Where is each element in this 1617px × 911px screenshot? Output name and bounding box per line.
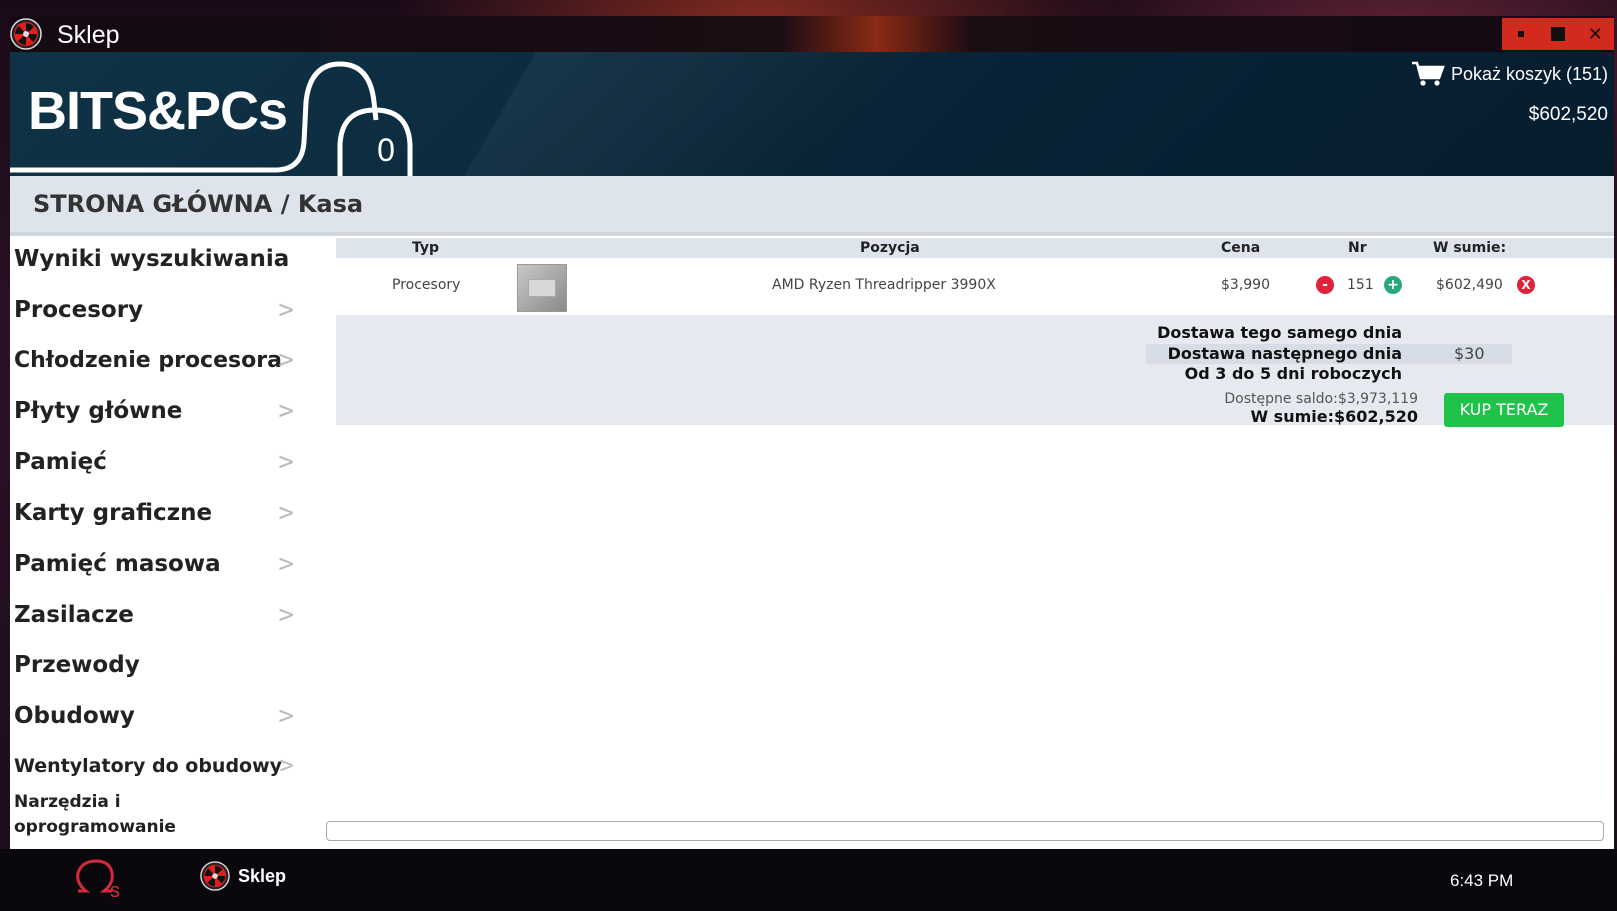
sidebar-item-graphics-cards[interactable]: Karty graficzne >: [14, 498, 304, 528]
header-decoration: [432, 52, 908, 192]
cart-icon: [1411, 61, 1445, 86]
sidebar-item-search-results[interactable]: Wyniki wyszukiwania: [14, 246, 304, 272]
sidebar-item-cpu-cooling[interactable]: Chłodzenie procesora >: [14, 345, 304, 375]
taskbar-app-label: Sklep: [238, 865, 287, 886]
buy-now-button[interactable]: KUP TERAZ: [1444, 393, 1564, 427]
chevron-right-icon: >: [278, 396, 294, 426]
close-icon: ✕: [1587, 23, 1603, 45]
taskbar: s Sklep 6:43 PM: [0, 849, 1617, 911]
breadcrumb[interactable]: STRONA GŁÓWNA / Kasa: [33, 190, 363, 218]
shipping-option-same-day[interactable]: Dostawa tego samego dnia: [1157, 323, 1402, 342]
product-thumbnail: [517, 264, 567, 312]
maximize-button[interactable]: [1539, 18, 1576, 50]
sidebar-item-label: Pamięć masowa: [14, 551, 221, 577]
cart-table-header: Typ Pozycja Cena Nr W sumie:: [336, 238, 1614, 258]
row-qty: 151: [1347, 277, 1374, 293]
horizontal-scrollbar[interactable]: [326, 821, 1604, 841]
show-cart-label: Pokaż koszyk (151): [1450, 63, 1608, 84]
shop-window: Sklep ✕ BITS&PCs 0 Pokaż koszyk (151) $6…: [10, 16, 1614, 849]
remove-item-button[interactable]: X: [1517, 276, 1535, 294]
sidebar-item-label: Zasilacze: [14, 602, 134, 628]
sidebar-item-tools-software[interactable]: Narzędzia i oprogramowanie: [14, 790, 234, 840]
breadcrumb-bar: STRONA GŁÓWNA / Kasa: [10, 176, 1614, 236]
sidebar-item-motherboards[interactable]: Płyty główne >: [14, 396, 304, 426]
sidebar-item-storage[interactable]: Pamięć masowa >: [14, 549, 304, 579]
column-header-type: Typ: [412, 240, 440, 256]
sidebar-item-label: Płyty główne: [14, 398, 183, 424]
svg-text:s: s: [110, 880, 120, 901]
sidebar-item-processors[interactable]: Procesory >: [14, 295, 304, 325]
minimize-button[interactable]: [1502, 18, 1539, 50]
decrease-qty-button[interactable]: -: [1316, 276, 1334, 294]
row-type: Procesory: [392, 277, 461, 293]
window-controls: ✕: [1502, 18, 1614, 50]
checkout-summary: Dostawa tego samego dnia Dostawa następn…: [336, 315, 1614, 427]
checkout-total: W sumie:$602,520: [1250, 407, 1418, 426]
sidebar-item-label: Obudowy: [14, 703, 135, 729]
sidebar-item-label: Przewody: [14, 652, 140, 678]
chevron-right-icon: >: [278, 701, 294, 731]
shipping-option-standard[interactable]: Od 3 do 5 dni roboczych: [1185, 364, 1402, 383]
row-price: $3,990: [1221, 277, 1270, 293]
sidebar-item-label: Procesory: [14, 297, 144, 323]
checkout-content: Typ Pozycja Cena Nr W sumie: Procesory A…: [336, 238, 1614, 849]
fan-app-icon: [200, 861, 230, 891]
available-balance: Dostępne saldo:$3,973,119: [1224, 391, 1418, 407]
column-header-item: Pozycja: [860, 240, 920, 256]
fan-app-icon: [10, 18, 42, 50]
chevron-right-icon: >: [278, 600, 294, 630]
title-bar[interactable]: Sklep ✕: [10, 16, 1614, 52]
remove-x-icon: X: [1521, 278, 1531, 292]
sidebar-item-cases[interactable]: Obudowy >: [14, 701, 304, 731]
table-row: Procesory AMD Ryzen Threadripper 3990X $…: [336, 258, 1614, 314]
sidebar-item-label: Narzędzia i oprogramowanie: [14, 792, 176, 837]
taskbar-app-shop[interactable]: Sklep: [200, 861, 286, 891]
chevron-right-icon: >: [278, 345, 294, 375]
os-start-logo-icon[interactable]: s: [72, 857, 128, 901]
chevron-right-icon: >: [279, 751, 294, 779]
sidebar-item-cables[interactable]: Przewody: [14, 652, 304, 678]
cpu-chip-icon: [528, 279, 556, 297]
sidebar-item-power-supplies[interactable]: Zasilacze >: [14, 600, 304, 630]
sidebar-item-label: Karty graficzne: [14, 500, 213, 526]
column-header-total: W sumie:: [1433, 240, 1507, 256]
column-header-price: Cena: [1221, 240, 1261, 256]
shop-logo[interactable]: BITS&PCs: [28, 80, 288, 142]
sidebar-item-label: Wyniki wyszukiwania: [14, 246, 290, 272]
row-item-name[interactable]: AMD Ryzen Threadripper 3990X: [772, 277, 996, 293]
close-button[interactable]: ✕: [1577, 18, 1614, 50]
column-header-qty: Nr: [1348, 240, 1367, 256]
shop-header: BITS&PCs 0 Pokaż koszyk (151) $602,520: [10, 52, 1614, 192]
chevron-right-icon: >: [278, 549, 294, 579]
increase-qty-button[interactable]: +: [1384, 276, 1402, 294]
category-sidebar: Wyniki wyszukiwania Procesory > Chłodzen…: [10, 238, 310, 849]
sidebar-item-label: Chłodzenie procesora: [14, 348, 282, 373]
sidebar-item-case-fans[interactable]: Wentylatory do obudowy >: [14, 751, 304, 779]
account-balance: $602,520: [1528, 104, 1608, 125]
row-total: $602,490: [1436, 277, 1503, 293]
minimize-icon: [1517, 31, 1524, 37]
sidebar-item-label: Wentylatory do obudowy: [14, 755, 283, 777]
chevron-right-icon: >: [278, 295, 294, 325]
chevron-right-icon: >: [278, 447, 294, 477]
sidebar-item-label: Pamięć: [14, 449, 107, 475]
plus-icon: +: [1387, 277, 1399, 293]
chevron-right-icon: >: [278, 498, 294, 528]
maximize-icon: [1550, 27, 1565, 41]
taskbar-clock: 6:43 PM: [1450, 871, 1514, 890]
shipping-next-day-price: $30: [1454, 344, 1485, 363]
minus-icon: -: [1322, 277, 1328, 293]
window-title: Sklep: [57, 21, 120, 49]
sidebar-item-memory[interactable]: Pamięć >: [14, 447, 304, 477]
cart-count-badge: 0: [377, 132, 395, 168]
shipping-option-next-day[interactable]: Dostawa następnego dnia: [1168, 344, 1402, 363]
show-cart-button[interactable]: Pokaż koszyk (151): [1411, 60, 1608, 88]
